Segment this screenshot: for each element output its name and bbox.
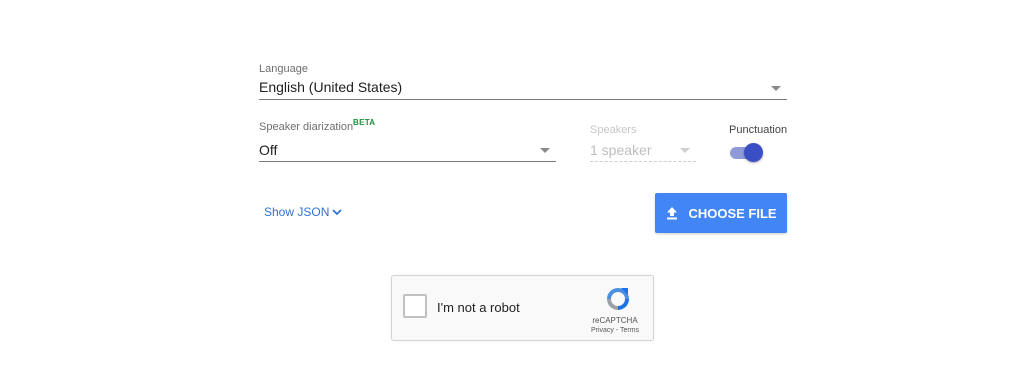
- recaptcha-label: I'm not a robot: [437, 300, 520, 315]
- beta-badge: BETA: [353, 118, 376, 127]
- speakers-label: Speakers: [590, 124, 637, 136]
- speakers-select-underline: [590, 161, 696, 162]
- recaptcha-links[interactable]: Privacy - Terms: [580, 327, 650, 334]
- language-select-underline: [259, 99, 787, 100]
- speakers-select: 1 speaker: [590, 142, 652, 158]
- speaker-diarization-label: Speaker diarization: [259, 121, 354, 133]
- language-label: Language: [259, 63, 308, 75]
- punctuation-label: Punctuation: [729, 124, 788, 136]
- chevron-down-icon[interactable]: [540, 148, 550, 153]
- chevron-down-icon: [332, 209, 342, 216]
- recaptcha-logo-icon: [607, 288, 629, 310]
- punctuation-toggle[interactable]: [730, 142, 764, 162]
- recaptcha-brand: reCAPTCHA: [592, 316, 638, 325]
- choose-file-label: CHOOSE FILE: [688, 205, 777, 221]
- speaker-diarization-underline: [259, 161, 556, 162]
- speaker-diarization-select[interactable]: Off: [259, 142, 277, 158]
- upload-icon: [667, 207, 678, 220]
- language-select[interactable]: English (United States): [259, 79, 402, 95]
- recaptcha-widget: I'm not a robot reCAPTCHA Privacy - Term…: [391, 275, 654, 341]
- chevron-down-icon[interactable]: [771, 86, 781, 91]
- show-json-link[interactable]: Show JSON: [264, 205, 343, 219]
- recaptcha-checkbox[interactable]: [403, 294, 427, 318]
- toggle-thumb: [744, 143, 763, 162]
- chevron-down-icon: [680, 148, 690, 153]
- show-json-label: Show JSON: [264, 205, 330, 219]
- choose-file-button[interactable]: CHOOSE FILE: [655, 193, 787, 233]
